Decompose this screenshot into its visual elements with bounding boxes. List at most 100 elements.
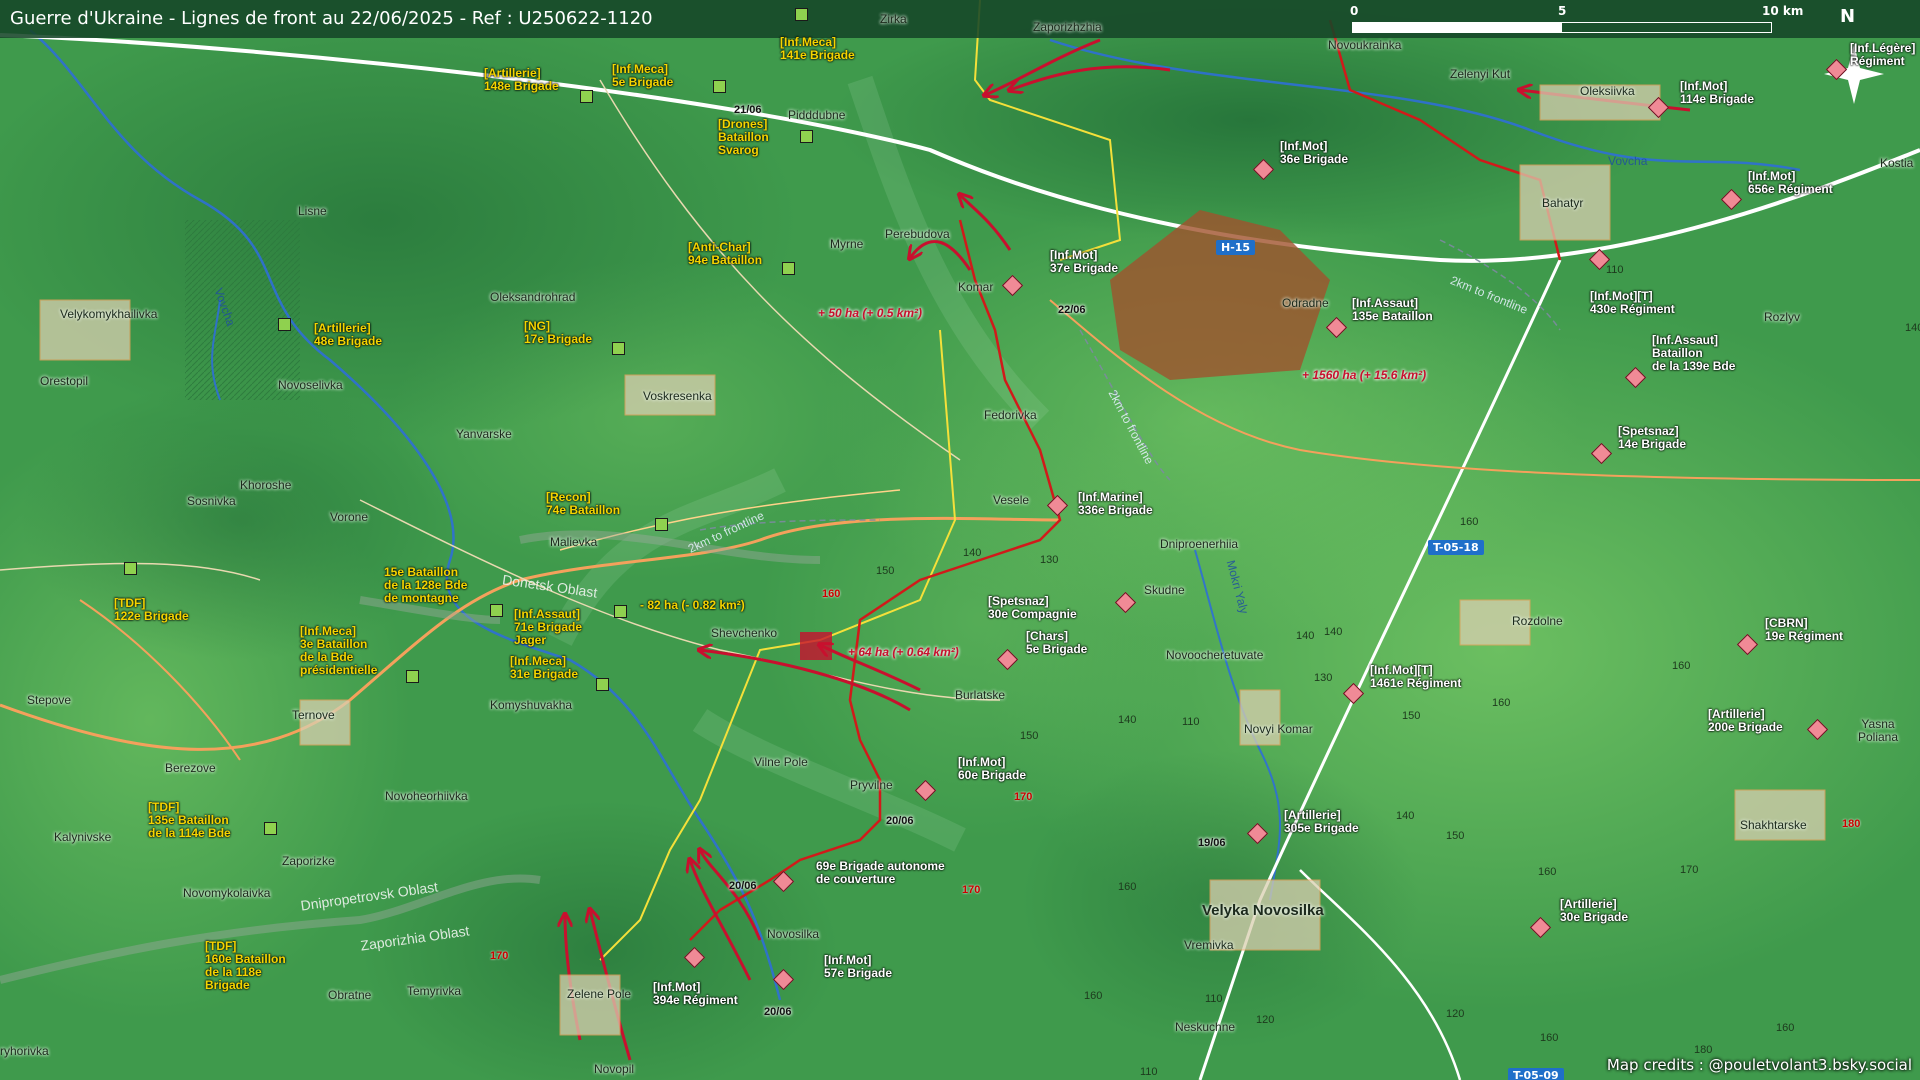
ukrainian-unit-icon[interactable] bbox=[406, 670, 419, 683]
territory-gain-label: - 82 ha (- 0.82 km²) bbox=[640, 598, 745, 612]
place-label: Komyshuvakha bbox=[490, 698, 573, 712]
place-label: Komar bbox=[958, 280, 994, 294]
russian-unit-label: [Inf.Mot] 656e Régiment bbox=[1748, 169, 1833, 196]
elevation-label: 140 bbox=[1396, 810, 1415, 822]
ukrainian-unit-label: [Inf.Meca] 5e Brigade bbox=[612, 62, 674, 89]
elevation-label: 160 bbox=[1118, 881, 1137, 893]
elevation-label: 140 bbox=[1118, 714, 1137, 726]
place-label: Zaporizhzhia bbox=[1033, 20, 1102, 34]
place-label: Yasna Poliana bbox=[1857, 717, 1899, 744]
place-label: Khoroshe bbox=[240, 478, 292, 492]
ukrainian-unit-icon[interactable] bbox=[490, 604, 503, 617]
place-label: Pidddubne bbox=[788, 108, 846, 122]
elevation-label: 170 bbox=[1014, 791, 1033, 803]
event-date-label: 20/06 bbox=[729, 880, 757, 892]
ukrainian-unit-label: [TDF] 135e Bataillon de la 114e Bde bbox=[148, 800, 231, 840]
elevation-label: 170 bbox=[962, 884, 981, 896]
elevation-label: 150 bbox=[876, 565, 895, 577]
place-label: Fedorivka bbox=[984, 408, 1037, 422]
russian-unit-label: [Artillerie] 30e Brigade bbox=[1560, 897, 1629, 924]
place-label: Stepove bbox=[27, 693, 72, 707]
place-label: Oleksandrohrad bbox=[490, 290, 576, 304]
ukrainian-unit-label: [Artillerie] 48e Brigade bbox=[314, 321, 383, 348]
elevation-label: 110 bbox=[1606, 264, 1624, 276]
elevation-label: 150 bbox=[1020, 730, 1039, 742]
ukrainian-unit-label: [Artillerie] 148e Brigade bbox=[484, 66, 559, 93]
place-label: Novoukrainka bbox=[1328, 38, 1402, 52]
elevation-label: 110 bbox=[1182, 716, 1200, 728]
russian-unit-label: [Inf.Assaut] Bataillon de la 139e Bde bbox=[1652, 333, 1736, 373]
elevation-label: 140 bbox=[1296, 630, 1315, 642]
ukrainian-unit-icon[interactable] bbox=[264, 822, 277, 835]
elevation-label: 120 bbox=[1446, 1008, 1465, 1020]
event-date-label: 19/06 bbox=[1198, 837, 1226, 849]
elevation-label: 130 bbox=[1314, 672, 1333, 684]
elevation-label: 110 bbox=[1205, 993, 1223, 1005]
place-label: Odradne bbox=[1282, 296, 1329, 310]
ukrainian-unit-icon[interactable] bbox=[782, 262, 795, 275]
ukrainian-unit-icon[interactable] bbox=[800, 130, 813, 143]
place-label: Neskuchne bbox=[1175, 1020, 1236, 1034]
event-date-label: 22/06 bbox=[1058, 304, 1086, 316]
place-label: Skudne bbox=[1144, 583, 1185, 597]
ukrainian-unit-label: [Drones] Bataillon Svarog bbox=[718, 117, 769, 157]
ukrainian-unit-icon[interactable] bbox=[612, 342, 625, 355]
russian-unit-label: [Inf.Marine] 336e Brigade bbox=[1078, 490, 1153, 517]
ukrainian-unit-icon[interactable] bbox=[124, 562, 137, 575]
map-title: Guerre d'Ukraine - Lignes de front au 22… bbox=[10, 8, 653, 29]
ukrainian-unit-icon[interactable] bbox=[795, 8, 808, 21]
place-label: Shakhtarske bbox=[1740, 818, 1807, 832]
place-label: Vorone bbox=[330, 510, 369, 524]
place-label: Novosilka bbox=[767, 927, 820, 941]
elevation-label: 110 bbox=[1140, 1066, 1158, 1078]
russian-unit-label: [Inf.Mot] 114e Brigade bbox=[1680, 79, 1755, 106]
place-label: Kostia bbox=[1880, 156, 1914, 170]
place-label: Rozlyv bbox=[1764, 310, 1801, 324]
russian-unit-label: [Spetsnaz] 30e Compagnie bbox=[988, 594, 1077, 621]
place-label: Oleksiivka bbox=[1580, 84, 1635, 98]
ukrainian-unit-icon[interactable] bbox=[278, 318, 291, 331]
place-label: Vesele bbox=[993, 493, 1030, 507]
ukrainian-unit-icon[interactable] bbox=[655, 518, 668, 531]
place-label: Bahatyr bbox=[1542, 196, 1584, 210]
elevation-label: 160 bbox=[1084, 990, 1103, 1002]
elevation-label: 150 bbox=[1402, 710, 1421, 722]
place-label: Malievka bbox=[550, 535, 598, 549]
russian-unit-label: [Inf.Mot][T] 430e Régiment bbox=[1590, 289, 1675, 316]
russian-unit-label: [Spetsnaz] 14e Brigade bbox=[1618, 424, 1687, 451]
ukrainian-unit-icon[interactable] bbox=[713, 80, 726, 93]
russian-unit-label: [Inf.Mot] 394e Régiment bbox=[653, 980, 738, 1007]
territory-gain-label: + 50 ha (+ 0.5 km²) bbox=[818, 306, 923, 320]
place-label: Novyi Komar bbox=[1244, 722, 1313, 736]
elevation-label: 160 bbox=[1672, 660, 1691, 672]
elevation-label: 170 bbox=[490, 950, 509, 962]
elevation-label: 160 bbox=[1538, 866, 1557, 878]
place-label: Vilne Pole bbox=[754, 755, 808, 769]
event-date-label: 21/06 bbox=[734, 104, 762, 116]
elevation-label: 180 bbox=[1842, 818, 1861, 830]
ukrainian-unit-label: [Inf.Meca] 141e Brigade bbox=[780, 35, 855, 62]
place-label: Voskresenka bbox=[643, 389, 712, 403]
russian-unit-label: [Inf.Mot] 57e Brigade bbox=[824, 953, 893, 980]
ukrainian-unit-icon[interactable] bbox=[614, 605, 627, 618]
map-view[interactable]: Guerre d'Ukraine - Lignes de front au 22… bbox=[0, 0, 1920, 1080]
ukrainian-unit-label: [Anti-Char] 94e Bataillon bbox=[688, 240, 763, 267]
ukrainian-unit-label: [Inf.Meca] 3e Bataillon de la Bde président… bbox=[300, 624, 378, 677]
place-label: Sosnivka bbox=[187, 494, 236, 508]
elevation-label: 140 bbox=[1324, 626, 1343, 638]
place-label: Rozdolne bbox=[1512, 614, 1563, 628]
event-date-label: 20/06 bbox=[886, 815, 914, 827]
place-label: Novoheorhiivka bbox=[385, 789, 468, 803]
ukrainian-unit-label: [Inf.Assaut] 71e Brigade Jager bbox=[514, 607, 583, 647]
elevation-label: 160 bbox=[1460, 516, 1479, 528]
river-label: Vovcha bbox=[1608, 154, 1648, 168]
place-label: Velykomykhailivka bbox=[60, 307, 158, 321]
elevation-label: 160 bbox=[822, 588, 841, 600]
ukrainian-unit-icon[interactable] bbox=[580, 90, 593, 103]
place-label: ryhorivka bbox=[0, 1044, 49, 1058]
elevation-label: 130 bbox=[1040, 554, 1059, 566]
road-badge: T-05-09 bbox=[1508, 1068, 1564, 1080]
ukrainian-unit-icon[interactable] bbox=[596, 678, 609, 691]
territory-gain-label: + 64 ha (+ 0.64 km²) bbox=[848, 645, 959, 659]
ukrainian-unit-label: [Recon] 74e Bataillon bbox=[546, 490, 621, 517]
